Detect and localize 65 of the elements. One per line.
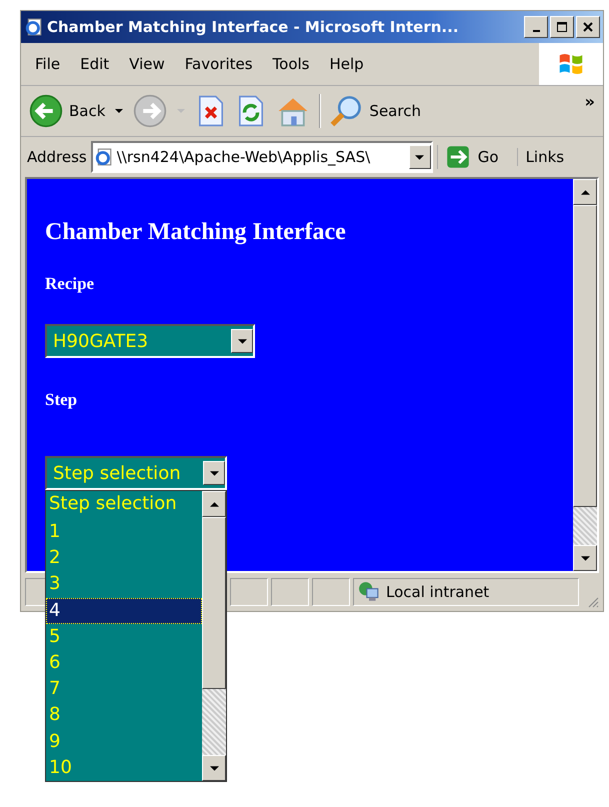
dropdown-option[interactable]: 1 <box>46 519 202 546</box>
search-icon <box>329 94 364 128</box>
menu-item[interactable]: Help <box>330 55 364 73</box>
menu-item[interactable]: Favorites <box>184 55 253 73</box>
dropdown-button[interactable] <box>231 329 253 353</box>
dropdown-option[interactable]: 5 <box>46 624 202 650</box>
step-label: Step <box>45 390 78 410</box>
scroll-down-button[interactable] <box>202 755 226 781</box>
dropdown-option[interactable]: 9 <box>46 728 202 755</box>
zone-label: Local intranet <box>386 583 490 601</box>
step-select[interactable]: Step selection <box>45 456 227 490</box>
resize-grip[interactable] <box>587 596 599 608</box>
recipe-select[interactable]: H90GATE3 <box>45 324 255 358</box>
dropdown-option[interactable]: 7 <box>46 676 202 702</box>
dropdown-button[interactable] <box>408 145 431 169</box>
caret-icon[interactable] <box>115 109 124 113</box>
go-button[interactable]: Go <box>436 145 513 169</box>
scroll-thumb[interactable] <box>573 205 597 507</box>
back-button[interactable]: Back <box>29 94 106 128</box>
menu-item[interactable]: Tools <box>272 55 310 73</box>
maximize-button[interactable] <box>550 16 574 38</box>
close-button[interactable] <box>576 16 600 38</box>
scroll-up-button[interactable] <box>573 179 597 205</box>
menu-item[interactable]: Edit <box>80 55 110 73</box>
dropdown-option[interactable]: 10 <box>46 754 202 781</box>
links-button[interactable]: Links <box>516 148 564 166</box>
maximize-icon <box>557 22 567 32</box>
caret-icon <box>210 470 218 476</box>
recipe-label: Recipe <box>45 274 96 294</box>
minimize-button[interactable] <box>524 16 548 38</box>
scroll-up-button[interactable] <box>202 491 226 517</box>
more-button[interactable]: » <box>584 92 595 111</box>
caret-icon <box>238 338 246 344</box>
forward-icon[interactable] <box>133 94 168 128</box>
scroll-down-button[interactable] <box>573 545 597 571</box>
page-icon <box>94 148 113 166</box>
close-icon <box>583 22 593 32</box>
network-icon <box>358 581 380 603</box>
browser-icon <box>25 18 43 36</box>
up-caret-icon <box>210 502 218 506</box>
status-pane <box>312 578 350 606</box>
address-label: Address <box>27 148 87 166</box>
scrollbar[interactable] <box>202 491 226 781</box>
dropdown-option[interactable]: 3 <box>46 571 202 598</box>
scrollbar[interactable] <box>573 179 597 571</box>
menu-item[interactable]: View <box>129 55 165 73</box>
dropdown-option[interactable]: Step selection <box>46 491 202 519</box>
scroll-thumb[interactable] <box>202 517 226 689</box>
window-title: Chamber Matching Interface - Microsoft Intern... <box>47 18 460 36</box>
status-pane <box>271 578 309 606</box>
dropdown-option[interactable]: 4 <box>46 598 202 624</box>
dropdown-button[interactable] <box>203 461 225 485</box>
search-button[interactable]: Search <box>329 94 421 128</box>
status-pane <box>230 578 268 606</box>
menu-item[interactable]: File <box>35 55 60 73</box>
page-heading: Chamber Matching Interface <box>45 219 347 246</box>
caret-icon <box>210 766 218 770</box>
address-field[interactable]: \\rsn424\Apache-Web\Applis_SAS\ <box>90 141 433 173</box>
caret-icon <box>415 154 424 160</box>
dropdown-option[interactable]: 6 <box>46 650 202 676</box>
dropdown-option[interactable]: 8 <box>46 702 202 728</box>
minimize-icon <box>532 30 540 32</box>
up-caret-icon <box>580 190 590 194</box>
dropdown-option[interactable]: 2 <box>46 545 202 572</box>
caret-icon <box>580 556 590 560</box>
